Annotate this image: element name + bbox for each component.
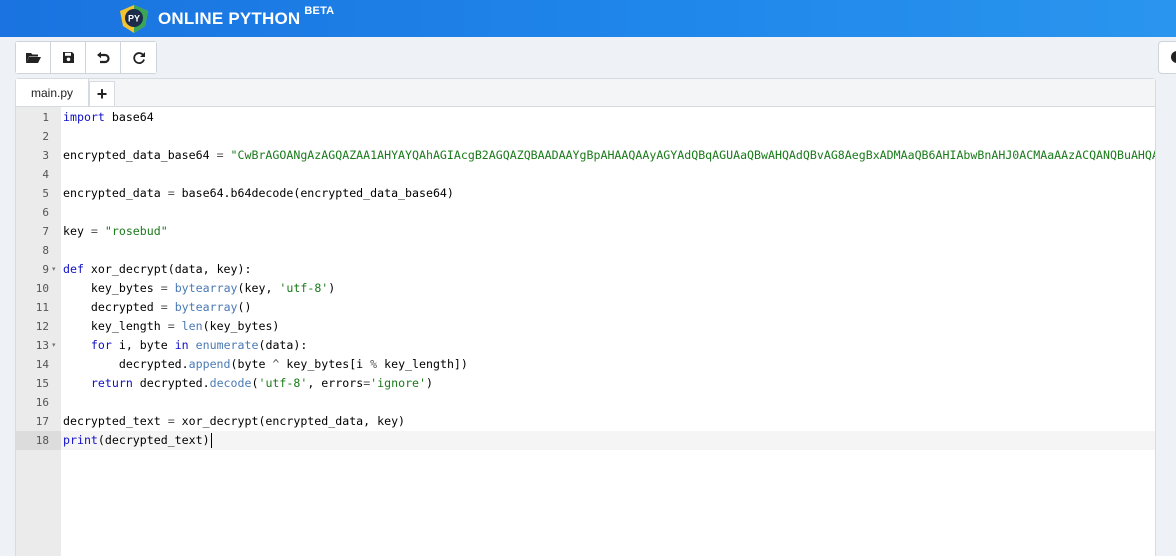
- code-line[interactable]: encrypted_data_base64 = "CwBrAGOANgAzAGQ…: [63, 146, 1155, 165]
- line-number: 7: [42, 225, 49, 238]
- save-button[interactable]: [51, 42, 86, 73]
- brand-title[interactable]: ONLINE PYTHON BETA: [158, 5, 334, 29]
- line-number: 1: [42, 111, 49, 124]
- app-header: PY ONLINE PYTHON BETA: [0, 0, 1176, 37]
- code-line[interactable]: key_bytes = bytearray(key, 'utf-8'): [63, 279, 335, 298]
- line-number: 10: [35, 282, 49, 295]
- line-number-gutter: 1 2 3 4 5 6 7 8 9 ▾ 10 11 12 13 ▾ 14 15 16 17 18: [16, 107, 61, 556]
- line-number: 13: [35, 339, 49, 352]
- editor-toolbar: [15, 41, 157, 74]
- undo-button[interactable]: [86, 42, 121, 73]
- logo-text: PY: [128, 14, 140, 24]
- line-number: 18: [35, 434, 49, 447]
- line-number: 14: [35, 358, 49, 371]
- add-file-button[interactable]: +: [89, 81, 115, 106]
- code-line[interactable]: decrypted.append(byte ^ key_bytes[i % ke…: [63, 355, 468, 374]
- run-icon: [1171, 51, 1176, 63]
- brand-name[interactable]: ONLINE PYTHON: [158, 9, 300, 28]
- folder-open-icon: [26, 53, 41, 63]
- line-number: 6: [42, 206, 49, 219]
- code-line[interactable]: encrypted_data = base64.b64decode(encryp…: [63, 184, 454, 203]
- redo-icon: [132, 51, 145, 64]
- tab-main-py[interactable]: main.py: [16, 79, 89, 106]
- code-line[interactable]: for i, byte in enumerate(data):: [63, 336, 307, 355]
- undo-icon: [97, 51, 110, 63]
- code-line[interactable]: decrypted = bytearray(): [63, 298, 252, 317]
- text-cursor: [210, 433, 212, 448]
- code-line[interactable]: return decrypted.decode('utf-8', errors=…: [63, 374, 433, 393]
- open-file-button[interactable]: [16, 42, 51, 73]
- line-number: 9: [42, 263, 49, 276]
- redo-button[interactable]: [121, 42, 156, 73]
- active-line-highlight: [61, 431, 1155, 450]
- code-line[interactable]: def xor_decrypt(data, key):: [63, 260, 251, 279]
- beta-badge: BETA: [304, 5, 335, 17]
- code-line[interactable]: key = "rosebud": [63, 222, 168, 241]
- line-number: 17: [35, 415, 49, 428]
- fold-arrow-icon[interactable]: ▾: [52, 260, 60, 279]
- code-line[interactable]: decrypted_text = xor_decrypt(encrypted_d…: [63, 412, 405, 431]
- code-editor[interactable]: import base64 encrypted_data_base64 = "Cw…: [61, 107, 1155, 556]
- code-line[interactable]: key_length = len(key_bytes): [63, 317, 280, 336]
- line-number: 16: [35, 396, 49, 409]
- line-number: 15: [35, 377, 49, 390]
- line-number: 8: [42, 244, 49, 257]
- code-line[interactable]: import base64: [63, 108, 154, 127]
- file-tabs: main.py +: [16, 79, 1155, 107]
- line-number: 4: [42, 168, 49, 181]
- fold-arrow-icon[interactable]: ▾: [52, 336, 60, 355]
- editor-panel: main.py + 1 2 3 4 5 6 7 8 9 ▾ 10 11 12 13 ▾ 14 15 16 17 18 …: [15, 78, 1156, 556]
- line-number: 2: [42, 130, 49, 143]
- line-number: 3: [42, 149, 49, 162]
- code-line[interactable]: print(decrypted_text): [63, 431, 212, 450]
- line-number: 5: [42, 187, 49, 200]
- online-python-logo-icon[interactable]: PY: [118, 4, 150, 34]
- line-number: 11: [35, 301, 49, 314]
- run-button-partial[interactable]: [1158, 41, 1176, 74]
- line-number: 12: [35, 320, 49, 333]
- floppy-disk-icon: [62, 52, 74, 63]
